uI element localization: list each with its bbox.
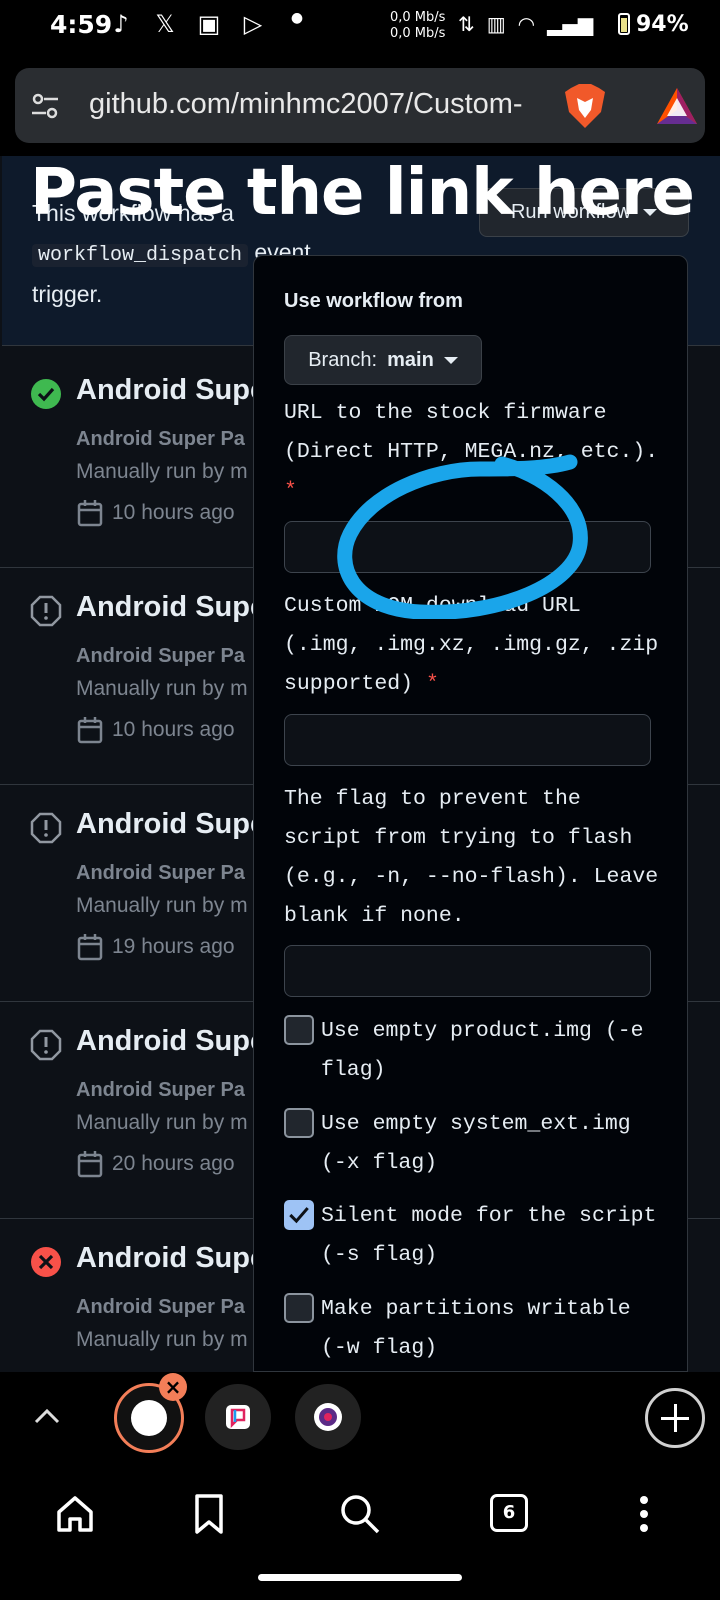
- run-title[interactable]: Android Supe: [76, 1025, 266, 1058]
- x-icon: 𝕏: [155, 10, 175, 38]
- terminal-icon: ▣: [197, 10, 221, 38]
- branch-name: main: [387, 348, 434, 371]
- close-icon[interactable]: ×: [159, 1373, 187, 1401]
- annotation-caption: Paste the link here: [30, 156, 695, 230]
- checkbox[interactable]: [284, 1108, 314, 1138]
- run-title[interactable]: Android Supe: [76, 374, 266, 407]
- checkbox[interactable]: [284, 1015, 314, 1045]
- warning-octagon-icon: [30, 595, 62, 627]
- battery-status: 94%: [618, 12, 689, 37]
- signal-icon: ▂▄▆: [547, 12, 594, 36]
- run-trigger: Manually run by m: [76, 894, 248, 917]
- run-workflow-dropdown: Use workflow from Branch: main URL to the…: [253, 255, 688, 1372]
- new-tab-button[interactable]: [645, 1388, 705, 1448]
- vibrate-icon: ▥: [486, 12, 506, 36]
- url-text[interactable]: github.com/minhmc2007/Custom-: [89, 88, 549, 121]
- run-workflow-name: Android Super Pa: [76, 1296, 245, 1318]
- checkbox-checked[interactable]: [284, 1200, 314, 1230]
- checkbox-writable[interactable]: Make partitions writable (-w flag): [284, 1290, 674, 1370]
- run-workflow-name: Android Super Pa: [76, 428, 245, 450]
- run-title[interactable]: Android Supe: [76, 808, 266, 841]
- brave-shields-icon[interactable]: [563, 82, 607, 130]
- check-icon: [289, 1207, 309, 1224]
- no-flash-flag-input[interactable]: [284, 945, 651, 997]
- more-menu-icon[interactable]: [622, 1492, 666, 1536]
- wifi-icon: ◠: [517, 12, 536, 36]
- highlight-scribble: [337, 454, 588, 619]
- chevron-up-icon[interactable]: [32, 1400, 62, 1430]
- custom-rom-url-input[interactable]: [284, 714, 651, 766]
- tab-strip: ×: [0, 1372, 720, 1464]
- warning-octagon-icon: [30, 812, 62, 844]
- warning-octagon-icon: [30, 1029, 62, 1061]
- data-arrows-icon: ⇅: [458, 12, 475, 36]
- calendar-icon: [77, 1151, 103, 1178]
- event-code: workflow_dispatch: [32, 244, 249, 267]
- search-icon[interactable]: [338, 1492, 382, 1536]
- run-title[interactable]: Android Supe: [76, 591, 266, 624]
- calendar-icon: [77, 717, 103, 744]
- bookmark-icon[interactable]: [187, 1492, 231, 1536]
- chevron-down-icon: [443, 356, 458, 364]
- site-settings-icon[interactable]: [31, 92, 59, 120]
- success-check-icon: [31, 379, 61, 409]
- run-trigger: Manually run by m: [76, 1111, 248, 1134]
- branch-select-button[interactable]: Branch: main: [284, 335, 482, 385]
- run-workflow-name: Android Super Pa: [76, 862, 245, 884]
- dot-icon: ●: [290, 10, 304, 26]
- failure-x-icon: [31, 1247, 61, 1277]
- site-favicon-icon: [314, 1403, 342, 1431]
- run-time-ago: 10 hours ago: [112, 718, 235, 741]
- checkbox[interactable]: [284, 1293, 314, 1323]
- tab[interactable]: [205, 1384, 271, 1450]
- bottom-navigation: 6: [0, 1464, 720, 1600]
- run-title[interactable]: Android Supe: [76, 1242, 266, 1275]
- tab[interactable]: [295, 1384, 361, 1450]
- run-trigger: Manually run by m: [76, 677, 248, 700]
- run-workflow-name: Android Super Pa: [76, 1079, 245, 1101]
- no-flash-flag-label: The flag to prevent the script from tryi…: [284, 787, 659, 928]
- clock: 4:59: [50, 10, 113, 39]
- play-store-icon: ▷: [243, 10, 263, 38]
- run-trigger: Manually run by m: [76, 460, 248, 483]
- network-speed: 0,0 Mb/s 0,0 Mb/s: [390, 10, 446, 41]
- tiktok-icon: ♪: [113, 10, 129, 38]
- brave-rewards-icon[interactable]: [655, 86, 699, 126]
- calendar-icon: [77, 934, 103, 961]
- run-time-ago: 10 hours ago: [112, 501, 235, 524]
- battery-icon: [618, 13, 630, 35]
- panel-title: Use workflow from: [284, 290, 463, 312]
- calendar-icon: [77, 500, 103, 527]
- run-workflow-name: Android Super Pa: [76, 645, 245, 667]
- status-bar: 4:59 ♪ 𝕏 ▣ ▷ ● 0,0 Mb/s 0,0 Mb/s ⇅ ▥ ◠ ▂…: [0, 0, 720, 58]
- run-trigger: Manually run by m: [76, 1328, 248, 1351]
- gesture-home-bar[interactable]: [258, 1574, 462, 1581]
- address-bar[interactable]: github.com/minhmc2007/Custom-: [15, 68, 705, 143]
- tab-switcher-button[interactable]: 6: [490, 1494, 528, 1532]
- run-time-ago: 20 hours ago: [112, 1152, 235, 1175]
- chat-app-favicon-icon: [226, 1405, 250, 1429]
- home-icon[interactable]: [53, 1492, 97, 1536]
- run-time-ago: 19 hours ago: [112, 935, 235, 958]
- browser-toolbar: github.com/minhmc2007/Custom-: [0, 58, 720, 156]
